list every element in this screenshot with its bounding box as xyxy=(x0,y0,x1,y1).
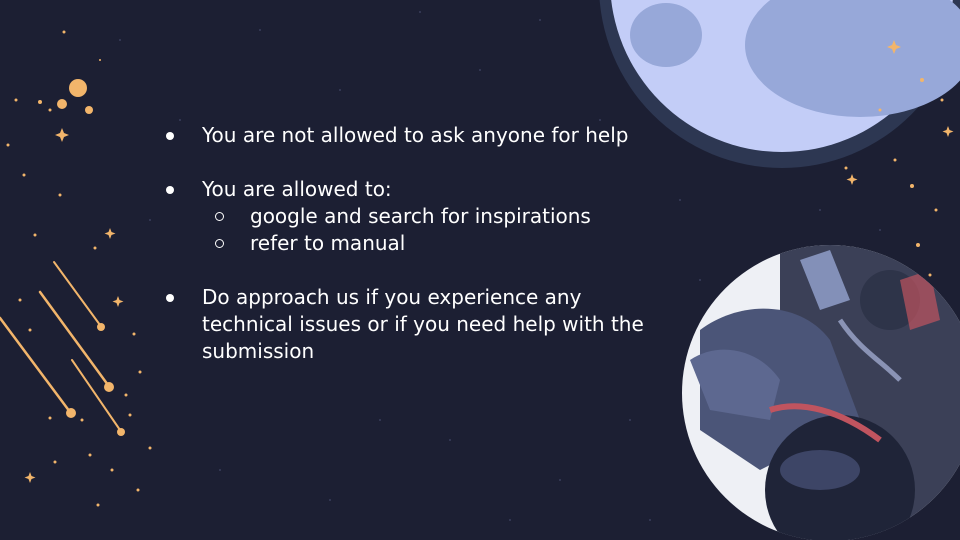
bullet-text-allowed: You are allowed to: xyxy=(202,177,392,201)
sub-bullet-item: refer to manual xyxy=(164,230,664,257)
sub-bullet-ring xyxy=(215,212,224,221)
bullet-list: You are not allowed to ask anyone for he… xyxy=(164,122,664,365)
bullet-item: You are not allowed to ask anyone for he… xyxy=(164,122,664,149)
bullet-item: You are allowed to: xyxy=(164,176,664,203)
slide: You are not allowed to ask anyone for he… xyxy=(0,0,960,540)
bullet-dot xyxy=(166,186,174,194)
bullet-text-no-help: You are not allowed to ask anyone for he… xyxy=(202,123,629,147)
bullet-dot xyxy=(166,132,174,140)
bullet-text-approach: Do approach us if you experience any tec… xyxy=(202,285,644,363)
sub-bullet-item: google and search for inspirations xyxy=(164,203,664,230)
sub-bullet-text-manual: refer to manual xyxy=(250,231,406,255)
bullet-item: Do approach us if you experience any tec… xyxy=(164,284,664,365)
bullet-dot xyxy=(166,294,174,302)
sub-bullet-ring xyxy=(215,239,224,248)
sub-bullet-text-google: google and search for inspirations xyxy=(250,204,591,228)
